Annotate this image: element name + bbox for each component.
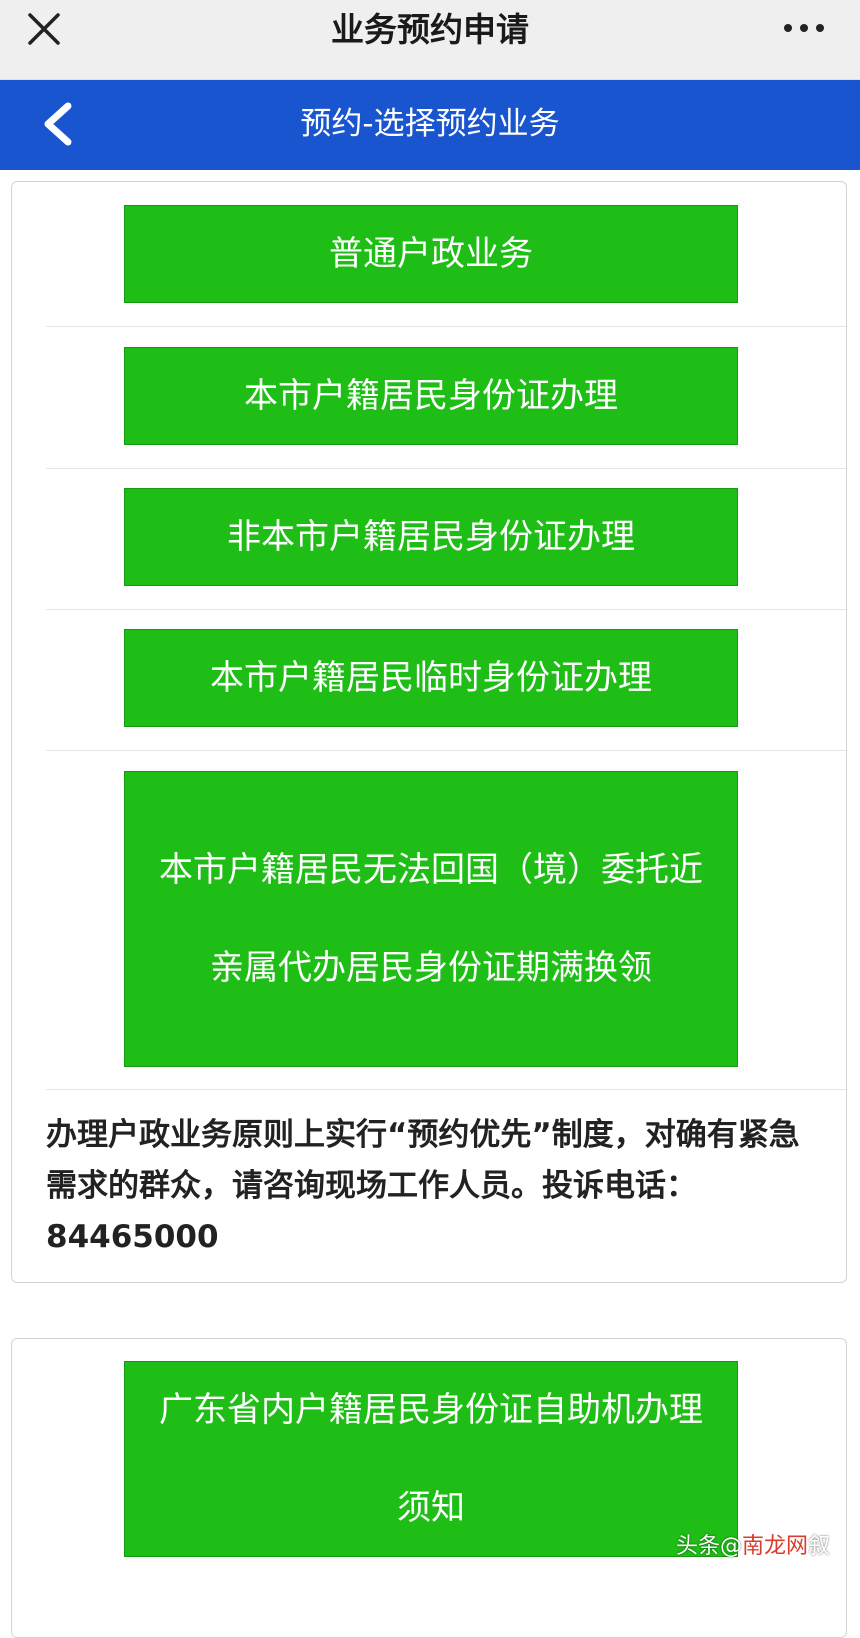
notice-text: 办理户政业务原则上实行“预约优先”制度，对确有紧急需求的群众，请咨询现场工作人员… [46, 1117, 800, 1255]
nav-title: 预约-选择预约业务 [300, 106, 560, 142]
service-button-local-id[interactable]: 本市户籍居民身份证办理 [124, 347, 738, 445]
list-item: 非本市户籍居民身份证办理 [46, 468, 846, 610]
service-list-card: 普通户政业务 本市户籍居民身份证办理 非本市户籍居民身份证办理 本市户籍居民临时… [11, 181, 847, 1283]
service-button-nonlocal-id[interactable]: 非本市户籍居民身份证办理 [124, 488, 738, 586]
top-bar: 业务预约申请 [0, 0, 860, 80]
watermark-part4: 叙 [808, 1534, 831, 1559]
watermark-part3: 南龙网 [742, 1534, 809, 1559]
watermark-part1: 头条 [676, 1534, 721, 1559]
more-icon[interactable] [780, 18, 828, 38]
service-button-general[interactable]: 普通户政业务 [124, 205, 738, 303]
watermark-part2: @ [720, 1534, 743, 1559]
service-button-temporary-id[interactable]: 本市户籍居民临时身份证办理 [124, 629, 738, 727]
service-button-proxy-renewal[interactable]: 本市户籍居民无法回国（境）委托近亲属代办居民身份证期满换领 [124, 771, 738, 1067]
list-item: 本市户籍居民身份证办理 [46, 326, 846, 469]
list-item: 本市户籍居民无法回国（境）委托近亲属代办居民身份证期满换领 [46, 750, 846, 1090]
nav-bar: 预约-选择预约业务 [0, 80, 860, 170]
watermark: 头条@南龙网叙 [676, 1528, 830, 1560]
list-item: 本市户籍居民临时身份证办理 [46, 609, 846, 751]
self-service-card: 广东省内户籍居民身份证自助机办理须知 [11, 1338, 847, 1638]
self-service-guide-button[interactable]: 广东省内户籍居民身份证自助机办理须知 [124, 1361, 738, 1557]
list-item: 普通户政业务 [46, 182, 846, 327]
page-title: 业务预约申请 [331, 10, 529, 49]
